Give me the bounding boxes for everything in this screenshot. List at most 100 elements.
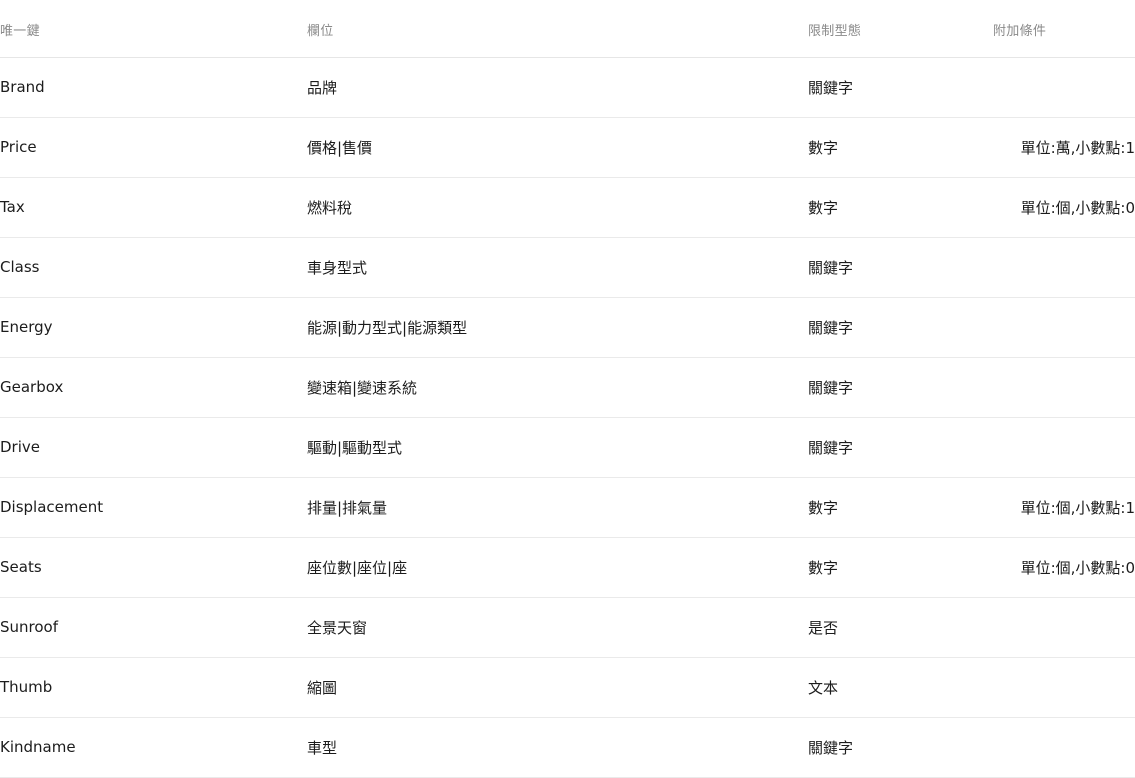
row-cell-type-text: 關鍵字 <box>808 258 854 277</box>
row-cell-type-text: 關鍵字 <box>808 318 854 337</box>
row-cell-extra <box>993 237 1135 298</box>
row-cell-unique-key: Price <box>0 117 307 178</box>
row-cell-unique-key: Thumb <box>0 657 307 718</box>
row-cell-field: 能源|動力型式|能源類型 <box>307 297 808 358</box>
column-header-field-label: 欄位 <box>307 23 334 39</box>
row-cell-unique-key-text: Class <box>0 258 40 276</box>
row-cell-unique-key: Sunroof <box>0 597 307 658</box>
table-row[interactable]: Gearbox 變速箱|變速系統 關鍵字 <box>0 357 1135 418</box>
row-cell-unique-key: Gearbox <box>0 357 307 418</box>
table-row[interactable]: Tax 燃料稅 數字 單位:個,小數點:0 <box>0 177 1135 238</box>
row-cell-type: 關鍵字 <box>808 357 993 418</box>
table-row[interactable]: Class 車身型式 關鍵字 <box>0 237 1135 298</box>
table-row[interactable]: Energy 能源|動力型式|能源類型 關鍵字 <box>0 297 1135 358</box>
row-cell-type-text: 是否 <box>808 618 839 637</box>
row-cell-field: 縮圖 <box>307 657 808 718</box>
table-body: Brand 品牌 關鍵字 Price 價格|售價 數字 單位:萬,小數點:1 Tax 燃料稅 數字… <box>0 57 1135 778</box>
column-header-unique-key[interactable]: 唯一鍵 <box>0 0 307 58</box>
row-cell-field-text: 排量|排氣量 <box>307 498 388 517</box>
row-cell-unique-key-text: Seats <box>0 558 42 576</box>
row-cell-field: 變速箱|變速系統 <box>307 357 808 418</box>
row-cell-unique-key: Seats <box>0 537 307 598</box>
table-row[interactable]: Drive 驅動|驅動型式 關鍵字 <box>0 417 1135 478</box>
row-cell-type: 數字 <box>808 117 993 178</box>
row-cell-extra: 單位:個,小數點:0 <box>993 537 1135 598</box>
row-cell-field-text: 品牌 <box>307 78 338 97</box>
row-cell-type: 關鍵字 <box>808 297 993 358</box>
row-cell-field: 驅動|驅動型式 <box>307 417 808 478</box>
table-row[interactable]: Brand 品牌 關鍵字 <box>0 57 1135 118</box>
row-cell-type: 數字 <box>808 537 993 598</box>
column-header-extra-label: 附加條件 <box>993 23 1047 39</box>
row-cell-extra: 單位:個,小數點:0 <box>993 177 1135 238</box>
row-cell-type: 關鍵字 <box>808 237 993 298</box>
row-cell-unique-key: Tax <box>0 177 307 238</box>
row-cell-unique-key-text: Thumb <box>0 678 53 696</box>
row-cell-extra <box>993 297 1135 358</box>
row-cell-unique-key-text: Sunroof <box>0 618 59 636</box>
row-cell-unique-key-text: Gearbox <box>0 378 64 396</box>
row-cell-type-text: 數字 <box>808 138 839 157</box>
column-header-extra[interactable]: 附加條件 <box>993 0 1135 58</box>
row-cell-type-text: 數字 <box>808 198 839 217</box>
row-cell-field: 座位數|座位|座 <box>307 537 808 598</box>
row-cell-field-text: 縮圖 <box>307 678 338 697</box>
table-row[interactable]: Thumb 縮圖 文本 <box>0 657 1135 718</box>
row-cell-extra-text: 單位:萬,小數點:1 <box>1020 138 1135 157</box>
row-cell-field-text: 價格|售價 <box>307 138 373 157</box>
row-cell-extra-text: 單位:個,小數點:1 <box>1020 498 1135 517</box>
field-definition-table: 唯一鍵 欄位 限制型態 附加條件 Brand 品牌 關鍵字 Price 價格|售價 數字單… <box>0 0 1135 778</box>
row-cell-extra <box>993 717 1135 778</box>
row-cell-type: 數字 <box>808 177 993 238</box>
row-cell-unique-key-text: Tax <box>0 198 25 216</box>
row-cell-type-text: 關鍵字 <box>808 738 854 757</box>
row-cell-extra <box>993 597 1135 658</box>
row-cell-extra: 單位:萬,小數點:1 <box>993 117 1135 178</box>
row-cell-unique-key: Brand <box>0 57 307 118</box>
table-row[interactable]: Kindname 車型 關鍵字 <box>0 717 1135 778</box>
row-cell-type: 數字 <box>808 477 993 538</box>
column-header-type[interactable]: 限制型態 <box>808 0 993 58</box>
row-cell-type: 文本 <box>808 657 993 718</box>
row-cell-type: 關鍵字 <box>808 717 993 778</box>
row-cell-field: 車身型式 <box>307 237 808 298</box>
row-cell-unique-key-text: Drive <box>0 438 40 456</box>
row-cell-type-text: 關鍵字 <box>808 78 854 97</box>
column-header-unique-key-label: 唯一鍵 <box>0 23 40 39</box>
row-cell-type-text: 數字 <box>808 558 839 577</box>
row-cell-field: 車型 <box>307 717 808 778</box>
row-cell-extra <box>993 417 1135 478</box>
row-cell-unique-key: Kindname <box>0 717 307 778</box>
row-cell-type: 是否 <box>808 597 993 658</box>
row-cell-type: 關鍵字 <box>808 57 993 118</box>
row-cell-type: 關鍵字 <box>808 417 993 478</box>
table-row[interactable]: Seats 座位數|座位|座 數字 單位:個,小數點:0 <box>0 537 1135 598</box>
column-header-field[interactable]: 欄位 <box>307 0 808 58</box>
row-cell-type-text: 關鍵字 <box>808 438 854 457</box>
row-cell-unique-key-text: Brand <box>0 78 45 96</box>
table-row[interactable]: Displacement 排量|排氣量 數字 單位:個,小數點:1 <box>0 477 1135 538</box>
header-row: 唯一鍵 欄位 限制型態 附加條件 <box>0 0 1135 58</box>
row-cell-field: 排量|排氣量 <box>307 477 808 538</box>
row-cell-field: 燃料稅 <box>307 177 808 238</box>
row-cell-unique-key: Energy <box>0 297 307 358</box>
row-cell-field-text: 燃料稅 <box>307 198 353 217</box>
row-cell-unique-key-text: Kindname <box>0 738 76 756</box>
table-row[interactable]: Price 價格|售價 數字 單位:萬,小數點:1 <box>0 117 1135 178</box>
row-cell-field-text: 車型 <box>307 738 338 757</box>
row-cell-field-text: 車身型式 <box>307 258 368 277</box>
row-cell-field-text: 能源|動力型式|能源類型 <box>307 318 468 337</box>
row-cell-type-text: 數字 <box>808 498 839 517</box>
row-cell-type-text: 關鍵字 <box>808 378 854 397</box>
row-cell-extra: 單位:個,小數點:1 <box>993 477 1135 538</box>
row-cell-unique-key-text: Energy <box>0 318 53 336</box>
row-cell-field: 品牌 <box>307 57 808 118</box>
row-cell-field-text: 全景天窗 <box>307 618 368 637</box>
row-cell-field-text: 驅動|驅動型式 <box>307 438 403 457</box>
column-header-type-label: 限制型態 <box>808 23 862 39</box>
row-cell-extra <box>993 357 1135 418</box>
row-cell-unique-key-text: Price <box>0 138 37 156</box>
row-cell-field: 價格|售價 <box>307 117 808 178</box>
row-cell-unique-key: Drive <box>0 417 307 478</box>
table-row[interactable]: Sunroof 全景天窗 是否 <box>0 597 1135 658</box>
